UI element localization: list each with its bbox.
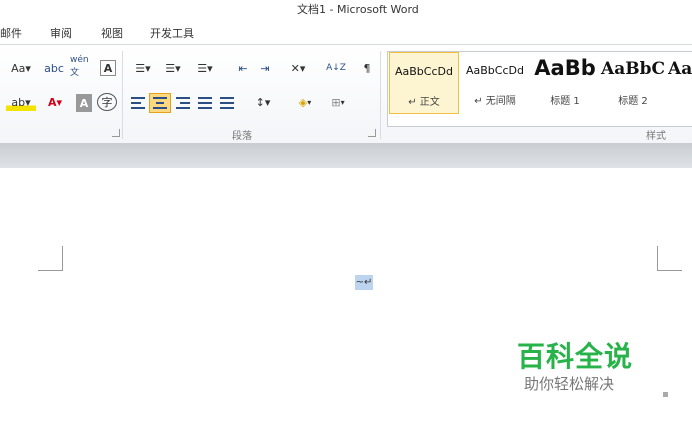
style-name: ↵ 无间隔: [474, 96, 516, 107]
align-right-icon: [176, 97, 190, 109]
ribbon-tabs: 邮件 审阅 视图 开发工具: [0, 18, 692, 45]
tab-view[interactable]: 视图: [101, 25, 123, 41]
style-heading-1[interactable]: AaBb 标题 1: [531, 52, 599, 114]
style-name: 标题 1: [550, 96, 580, 107]
paragraph-mark-selection[interactable]: ~↵: [355, 275, 373, 290]
multilevel-list-button[interactable]: ☰▾: [192, 59, 218, 77]
style-title[interactable]: Aa: [668, 52, 692, 114]
align-center-icon: [153, 97, 167, 109]
style-no-spacing[interactable]: AaBbCcDd ↵ 无间隔: [461, 52, 529, 114]
group-separator: [122, 51, 123, 139]
sort-button[interactable]: A↓Z: [324, 59, 348, 77]
align-left-button[interactable]: [130, 94, 146, 112]
styles-group-label: 样式: [646, 131, 666, 142]
numbering-button[interactable]: ☰▾: [160, 59, 186, 77]
style-sample: AaBbC: [601, 59, 665, 79]
resize-dot: [663, 392, 668, 397]
pinyin-button[interactable]: wén 文: [70, 55, 94, 78]
align-left-icon: [131, 97, 145, 109]
style-heading-2[interactable]: AaBbC 标题 2: [599, 52, 667, 114]
border-grid-icon: ⊞: [331, 95, 341, 109]
tab-review[interactable]: 审阅: [50, 25, 72, 41]
style-sample: AaBbCcDd: [395, 65, 453, 78]
paragraph-group-label: 段落: [232, 131, 252, 142]
group-separator: [380, 51, 381, 139]
line-spacing-button[interactable]: ↕▾: [250, 93, 276, 111]
title-bar: 文档1 - Microsoft Word: [0, 0, 692, 18]
phonetic-guide-button[interactable]: abc: [42, 59, 66, 77]
paint-bucket-icon: ◈: [298, 95, 308, 109]
justify-button[interactable]: [197, 94, 213, 112]
chevron-down-icon: ▾: [307, 97, 312, 107]
style-normal[interactable]: AaBbCcDd ↵ 正文: [389, 52, 459, 114]
style-sample: AaBbCcDd: [466, 64, 524, 77]
styles-gallery: AaBbCcDd ↵ 正文 AaBbCcDd ↵ 无间隔 AaBb 标题 1 A…: [387, 51, 692, 127]
tab-developer[interactable]: 开发工具: [150, 25, 194, 41]
style-name: ↵ 正文: [408, 97, 440, 108]
char-border-button[interactable]: A: [100, 60, 116, 76]
chinese-layout-button[interactable]: ✕▾: [284, 59, 312, 77]
distributed-icon: [220, 97, 234, 109]
style-sample: Aa: [668, 59, 692, 79]
ruler-bar: [0, 143, 692, 168]
chevron-down-icon: ▾: [340, 97, 345, 107]
align-right-button[interactable]: [175, 94, 191, 112]
font-color-button[interactable]: A▾: [42, 93, 68, 111]
watermark-logo-text: 百科全说: [517, 340, 634, 373]
ribbon: Aa▾ abc wén 文 A ab▾ A▾ A 字 ☰▾ ☰▾ ☰▾ ⇤ ⇥ …: [0, 45, 692, 143]
borders-button[interactable]: ⊞ ▾: [325, 93, 351, 111]
char-shading-button[interactable]: A: [76, 94, 92, 112]
font-dialog-launcher[interactable]: [112, 129, 120, 137]
decrease-indent-button[interactable]: ⇤: [234, 59, 252, 77]
tab-mailings[interactable]: 邮件: [0, 25, 22, 41]
style-sample: AaBb: [534, 56, 596, 80]
align-center-button[interactable]: [149, 93, 171, 113]
change-case-button[interactable]: Aa▾: [6, 59, 36, 77]
window-title: 文档1 - Microsoft Word: [297, 3, 419, 16]
bullets-button[interactable]: ☰▾: [130, 59, 156, 77]
paragraph-dialog-launcher[interactable]: [368, 129, 376, 137]
watermark-slogan: 助你轻松解决: [524, 375, 615, 393]
increase-indent-button[interactable]: ⇥: [256, 59, 274, 77]
shading-button[interactable]: ◈ ▾: [290, 93, 320, 111]
show-marks-button[interactable]: ¶: [358, 59, 376, 77]
justify-icon: [198, 97, 212, 109]
style-name: 标题 2: [618, 96, 648, 107]
margin-corner-left: [38, 246, 63, 271]
highlight-button[interactable]: ab▾: [6, 93, 36, 111]
distributed-button[interactable]: [219, 94, 235, 112]
enclose-char-button[interactable]: 字: [97, 93, 117, 111]
margin-corner-right: [657, 246, 682, 271]
